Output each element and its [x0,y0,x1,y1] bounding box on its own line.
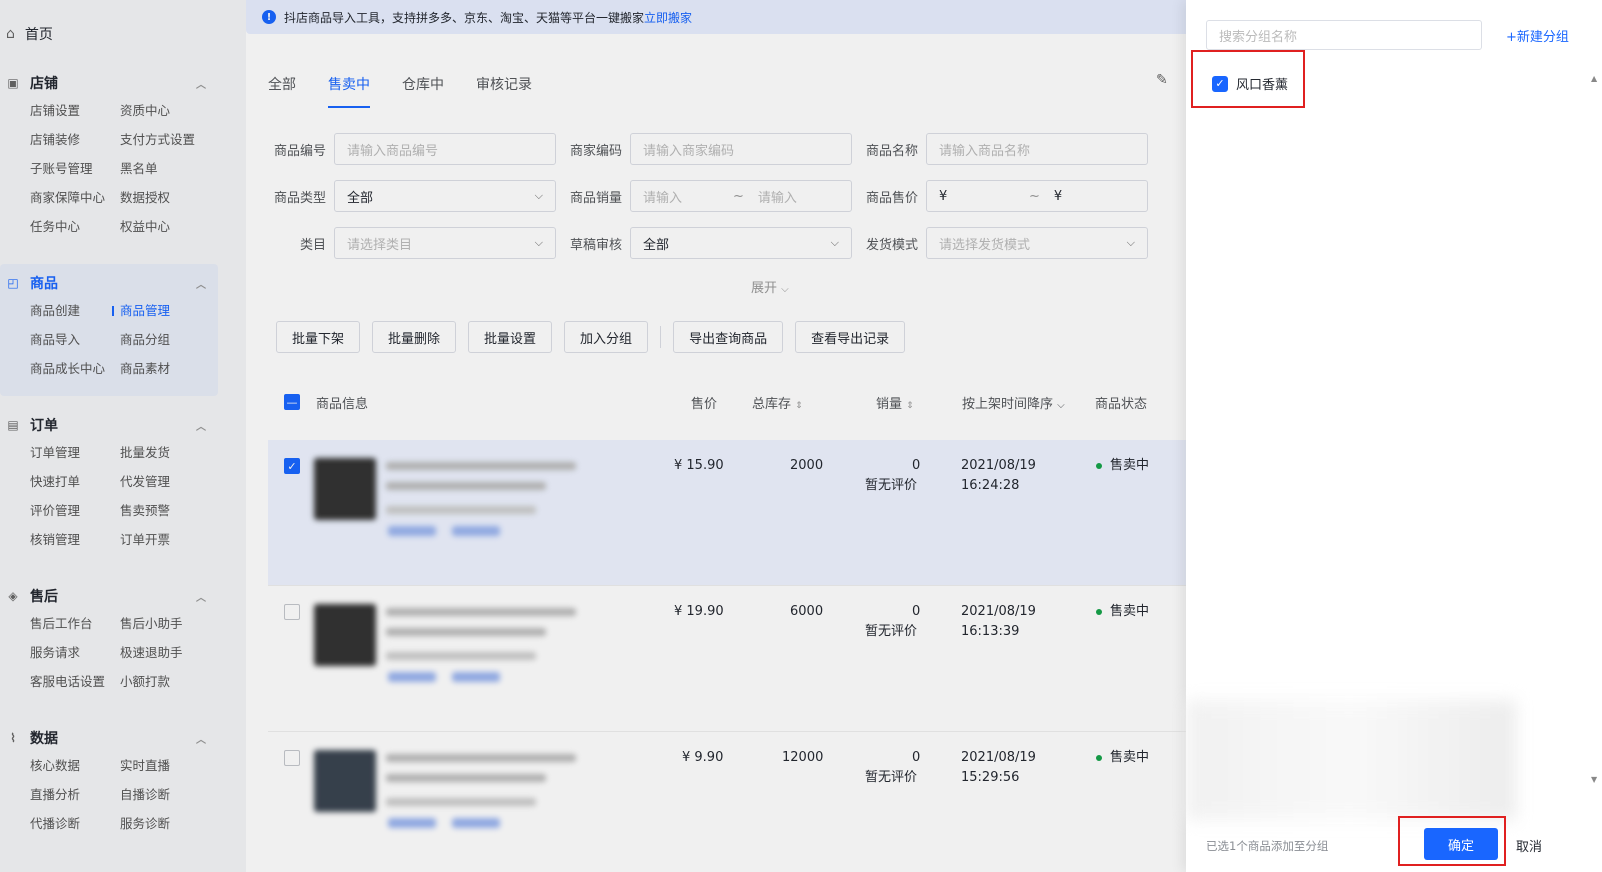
group-option[interactable]: ✓ 风口香薰 [1212,74,1288,93]
scroll-down-icon[interactable]: ▼ [1591,775,1597,784]
group-search-input[interactable]: 搜索分组名称 [1206,20,1482,50]
group-checkbox[interactable]: ✓ [1212,75,1228,92]
modal-backdrop[interactable] [0,0,1186,872]
new-group-button[interactable]: +新建分组 [1506,26,1569,45]
scrollbar[interactable]: ▲ ▼ [1588,74,1602,784]
confirm-button[interactable]: 确定 [1424,828,1498,860]
cancel-button[interactable]: 取消 [1516,836,1542,855]
scroll-up-icon[interactable]: ▲ [1591,74,1597,83]
add-to-group-drawer: 搜索分组名称 +新建分组 ✓ 风口香薰 ▲ ▼ 已选1个商品添加至分组 确定 取… [1186,0,1602,872]
group-option-label: 风口香薰 [1236,78,1289,93]
selection-summary: 已选1个商品添加至分组 [1206,839,1329,853]
pixelated-overlay [1186,700,1516,820]
